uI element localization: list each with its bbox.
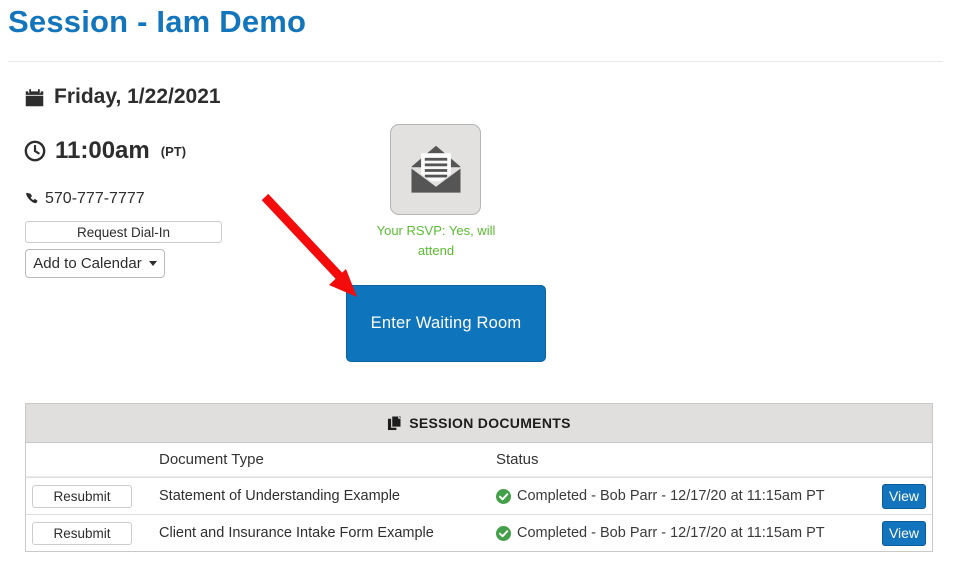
column-header-status: Status bbox=[496, 451, 539, 468]
enter-waiting-room-button[interactable]: Enter Waiting Room bbox=[346, 285, 546, 362]
session-timezone: (PT) bbox=[161, 144, 186, 159]
request-dial-in-button[interactable]: Request Dial-In bbox=[25, 221, 222, 243]
add-to-calendar-dropdown[interactable]: Add to Calendar bbox=[25, 249, 165, 278]
status-text: Completed - Bob Parr - 12/17/20 at 11:15… bbox=[517, 525, 825, 541]
clock-icon bbox=[24, 140, 46, 162]
session-date-row: Friday, 1/22/2021 bbox=[24, 85, 221, 109]
view-cell: View bbox=[876, 484, 932, 509]
status-text: Completed - Bob Parr - 12/17/20 at 11:15… bbox=[517, 488, 825, 504]
view-cell: View bbox=[876, 521, 932, 546]
check-circle-icon bbox=[496, 526, 511, 541]
action-cell: Resubmit bbox=[26, 485, 159, 508]
table-caption-label: SESSION DOCUMENTS bbox=[409, 415, 570, 431]
add-to-calendar-label: Add to Calendar bbox=[33, 255, 141, 272]
column-header-document-type: Document Type bbox=[159, 451, 496, 468]
rsvp-envelope-button[interactable] bbox=[390, 124, 481, 215]
table-header-row: Document Type Status bbox=[26, 443, 932, 477]
action-cell: Resubmit bbox=[26, 522, 159, 545]
table-row: Resubmit Client and Insurance Intake For… bbox=[26, 514, 932, 551]
resubmit-button[interactable]: Resubmit bbox=[32, 522, 132, 545]
session-time-row: 11:00am (PT) bbox=[24, 137, 186, 165]
open-envelope-icon bbox=[408, 144, 464, 196]
session-time: 11:00am bbox=[55, 137, 150, 165]
check-circle-icon bbox=[496, 489, 511, 504]
session-phone: 570-777-7777 bbox=[45, 190, 145, 208]
status-cell: Completed - Bob Parr - 12/17/20 at 11:15… bbox=[496, 488, 876, 504]
session-phone-row: 570-777-7777 bbox=[24, 190, 145, 208]
view-button[interactable]: View bbox=[882, 521, 926, 546]
document-type-cell: Client and Insurance Intake Form Example bbox=[159, 525, 496, 541]
status-cell: Completed - Bob Parr - 12/17/20 at 11:15… bbox=[496, 525, 876, 541]
caret-down-icon bbox=[149, 261, 157, 266]
document-type-cell: Statement of Understanding Example bbox=[159, 488, 496, 504]
session-documents-table: SESSION DOCUMENTS Document Type Status R… bbox=[25, 403, 933, 552]
calendar-icon bbox=[24, 87, 45, 108]
resubmit-button[interactable]: Resubmit bbox=[32, 485, 132, 508]
session-page: Session - Iam Demo Friday, 1/22/2021 11:… bbox=[0, 0, 953, 571]
view-button[interactable]: View bbox=[882, 484, 926, 509]
rsvp-status-text: Your RSVP: Yes, will attend bbox=[371, 221, 501, 261]
session-date: Friday, 1/22/2021 bbox=[54, 85, 221, 109]
copy-documents-icon bbox=[387, 415, 402, 431]
phone-icon bbox=[24, 192, 38, 206]
table-caption: SESSION DOCUMENTS bbox=[26, 404, 932, 443]
divider bbox=[8, 61, 943, 62]
page-title: Session - Iam Demo bbox=[8, 4, 306, 40]
table-row: Resubmit Statement of Understanding Exam… bbox=[26, 477, 932, 514]
